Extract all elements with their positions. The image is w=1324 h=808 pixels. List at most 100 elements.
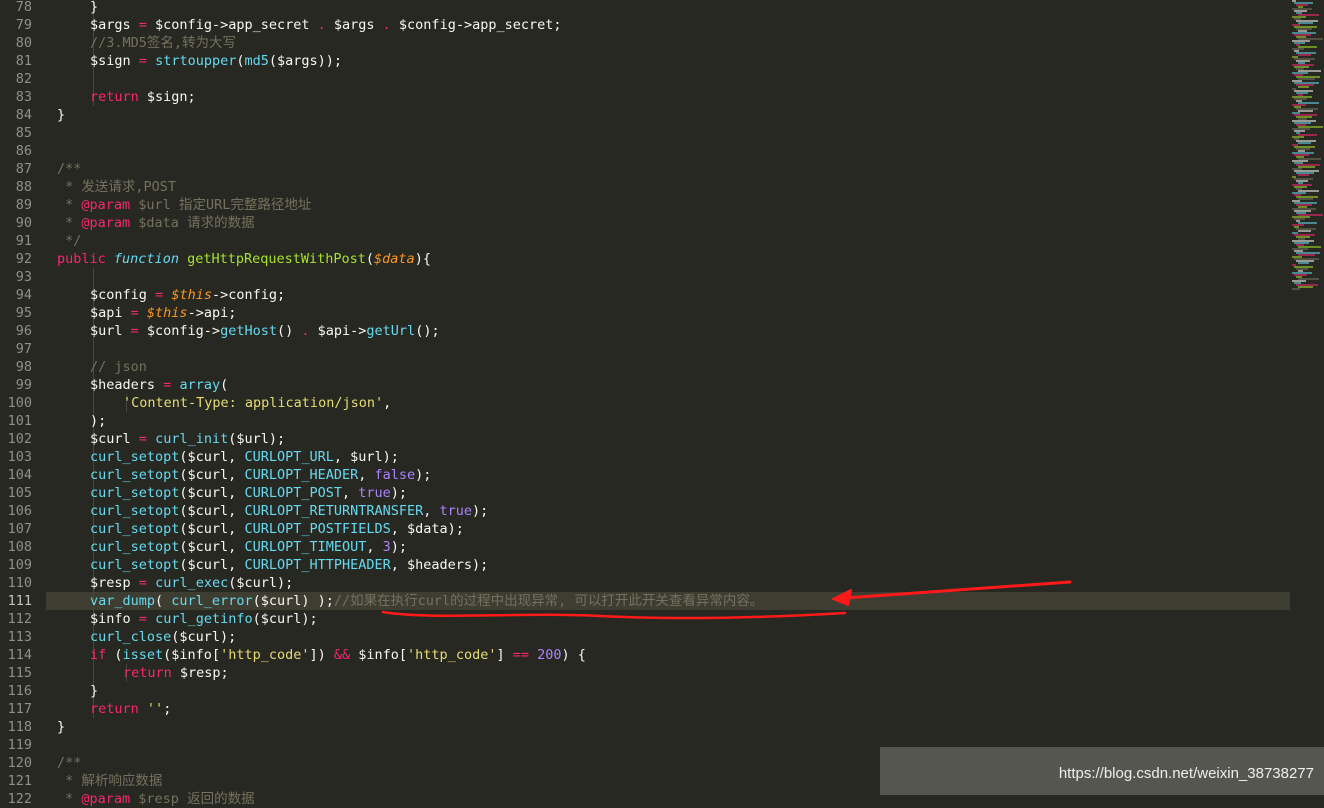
minimap-line [1298, 142, 1311, 144]
code-line[interactable]: 117 return ''; [0, 700, 1290, 718]
code-line[interactable]: 103 curl_setopt($curl, CURLOPT_URL, $url)… [0, 448, 1290, 466]
code-line[interactable]: 113 curl_close($curl); [0, 628, 1290, 646]
minimap[interactable] [1290, 0, 1324, 300]
code-line[interactable]: 110 $resp = curl_exec($curl); [0, 574, 1290, 592]
code-line[interactable]: 87 /** [0, 160, 1290, 178]
code-token: isset [122, 647, 164, 663]
line-highlight [46, 142, 1290, 160]
code-token: @param [81, 791, 131, 807]
code-line[interactable]: 106 curl_setopt($curl, CURLOPT_RETURNTRAN… [0, 502, 1290, 520]
code-line[interactable]: 79 $args = $config->app_secret . $args . … [0, 16, 1290, 34]
code-line[interactable]: 91 */ [0, 232, 1290, 250]
code-line[interactable]: 86 [0, 142, 1290, 160]
code-text: $config = $this->config; [90, 286, 285, 304]
line-number: 117 [7, 701, 32, 717]
code-line[interactable]: 80 //3.MD5签名,转为大写 [0, 34, 1290, 52]
code-line[interactable]: 116} [0, 682, 1290, 700]
line-highlight [46, 106, 1290, 124]
code-token: = [138, 611, 147, 627]
code-token: ] [496, 647, 513, 663]
line-number: 120 [7, 755, 32, 771]
code-line[interactable]: 104 curl_setopt($curl, CURLOPT_HEADER, fa… [0, 466, 1290, 484]
code-line[interactable]: 83 return $sign; [0, 88, 1290, 106]
code-line[interactable]: 118} [0, 718, 1290, 736]
code-token: $url 指定URL完整路径地址 [130, 197, 312, 213]
code-token: getUrl [366, 323, 416, 339]
line-highlight [46, 232, 1290, 250]
line-number: 104 [7, 467, 32, 483]
code-token: } [57, 107, 66, 123]
code-line[interactable]: 112 $info = curl_getinfo($curl); [0, 610, 1290, 628]
code-token: CURLOPT_TIMEOUT [244, 539, 367, 555]
code-line[interactable]: 115 return $resp; [0, 664, 1290, 682]
line-number: 122 [7, 791, 32, 807]
line-number: 90 [15, 215, 32, 231]
code-line[interactable]: 94 $config = $this->config; [0, 286, 1290, 304]
line-number: 84 [15, 107, 32, 123]
code-line[interactable]: 96 $url = $config->getHost() . $api->getU… [0, 322, 1290, 340]
minimap-line [1298, 198, 1313, 200]
code-line[interactable]: 99 $headers = array( [0, 376, 1290, 394]
code-line[interactable]: 101); [0, 412, 1290, 430]
indent-guide [93, 70, 94, 88]
code-token: ($curl, [179, 521, 245, 537]
code-line[interactable]: 100 'Content-Type: application/json', [0, 394, 1290, 412]
code-token: //3.MD5签名,转为大写 [90, 35, 237, 51]
code-line[interactable]: 81 $sign = strtoupper(md5($args)); [0, 52, 1290, 70]
code-token: ); [390, 485, 408, 501]
code-line[interactable]: 78} [0, 0, 1290, 16]
code-line[interactable]: 109 curl_setopt($curl, CURLOPT_HTTPHEADER… [0, 556, 1290, 574]
code-line[interactable]: 95 $api = $this->api; [0, 304, 1290, 322]
code-editor[interactable]: 78} 79 $args = $config->app_secret . $args… [0, 0, 1324, 807]
code-token: ($curl, [179, 557, 245, 573]
line-number: 97 [15, 341, 32, 357]
code-token: ); [472, 503, 489, 519]
code-line[interactable]: 92 public function getHttpRequestWithPost… [0, 250, 1290, 268]
code-line[interactable]: 85 [0, 124, 1290, 142]
line-number: 115 [7, 665, 32, 681]
code-token: getHost [220, 323, 277, 339]
code-token: $info [90, 611, 139, 627]
code-token: ($curl, [179, 539, 245, 555]
code-token: curl_error [171, 593, 253, 609]
code-line[interactable]: 108 curl_setopt($curl, CURLOPT_TIMEOUT, 3… [0, 538, 1290, 556]
line-number: 92 [15, 251, 32, 267]
code-line[interactable]: 102 $curl = curl_init($url); [0, 430, 1290, 448]
line-number: 100 [7, 395, 32, 411]
code-line[interactable]: 88 * 发送请求,POST [0, 178, 1290, 196]
line-highlight [46, 0, 1290, 16]
code-line[interactable]: 90 * @param $data 请求的数据 [0, 214, 1290, 232]
code-line[interactable]: 84} [0, 106, 1290, 124]
code-line[interactable]: 97 [0, 340, 1290, 358]
code-token: curl_setopt [90, 449, 180, 465]
code-line[interactable]: 107 curl_setopt($curl, CURLOPT_POSTFIELDS… [0, 520, 1290, 538]
code-token: curl_getinfo [155, 611, 253, 627]
code-line[interactable]: 111 var_dump( curl_error($curl) );//如果在执行… [0, 592, 1290, 610]
code-line[interactable]: 98 // json [0, 358, 1290, 376]
line-number: 83 [15, 89, 32, 105]
code-token: = [138, 575, 147, 591]
code-token: , [423, 503, 440, 519]
line-highlight [46, 268, 1290, 286]
line-highlight [46, 376, 1290, 394]
code-text: curl_setopt($curl, CURLOPT_URL, $url); [90, 448, 399, 466]
line-number: 87 [15, 161, 32, 177]
code-text: * 发送请求,POST [57, 178, 176, 196]
code-line[interactable]: 114 if (isset($info['http_code']) && $inf… [0, 646, 1290, 664]
line-highlight [46, 124, 1290, 142]
minimap-line [1298, 86, 1309, 88]
line-number: 85 [15, 125, 32, 141]
code-text: $api = $this->api; [90, 304, 236, 322]
code-token: CURLOPT_HEADER [244, 467, 359, 483]
code-token: (); [415, 323, 440, 339]
code-token: ) { [561, 647, 586, 663]
code-line[interactable]: 93 [0, 268, 1290, 286]
code-line[interactable]: 82 [0, 70, 1290, 88]
code-token: curl_close [90, 629, 172, 645]
code-line[interactable]: 89 * @param $url 指定URL完整路径地址 [0, 196, 1290, 214]
code-line[interactable]: 105 curl_setopt($curl, CURLOPT_POST, true… [0, 484, 1290, 502]
line-number: 105 [7, 485, 32, 501]
